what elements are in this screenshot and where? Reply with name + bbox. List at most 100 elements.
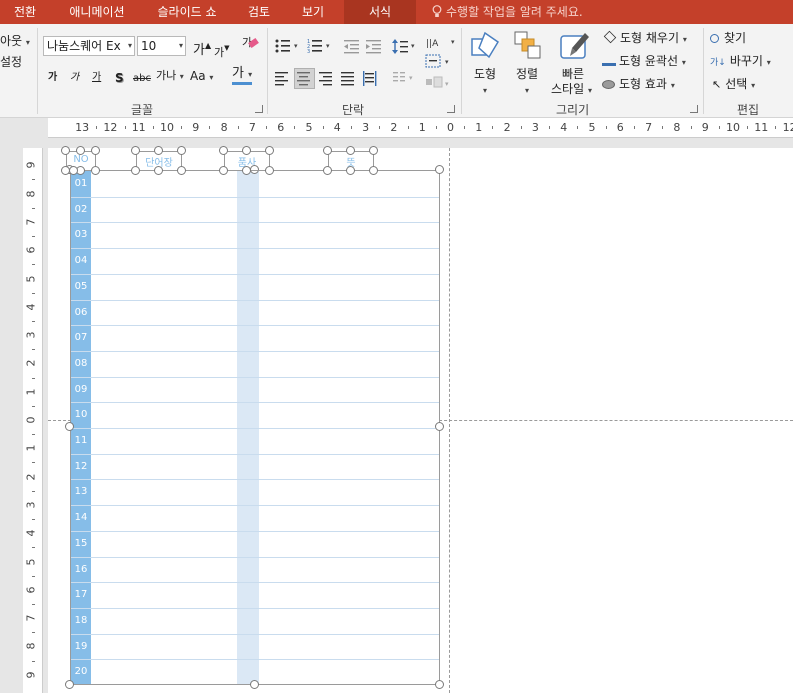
find-button[interactable]: 찾기 — [710, 31, 746, 45]
resize-handle[interactable] — [177, 146, 186, 155]
ruler-tick — [662, 126, 664, 129]
align-text-icon: ▾ — [425, 54, 449, 68]
resize-handle[interactable] — [65, 422, 74, 431]
ruler-tick — [379, 126, 381, 129]
bold-button[interactable]: 가 — [48, 71, 57, 85]
ruler-tick — [549, 126, 551, 129]
quick-styles-label-2[interactable]: 스타일 ▾ — [551, 82, 592, 98]
ruler-tick — [32, 462, 35, 464]
change-case-button[interactable]: Aa ▾ — [190, 69, 213, 85]
underline-button[interactable]: 가 — [92, 71, 101, 85]
resize-handle[interactable] — [323, 146, 332, 155]
svg-text:▾: ▾ — [445, 80, 449, 88]
horizontal-ruler[interactable]: 131211109876543210123456789101112 — [48, 118, 793, 138]
layout-button[interactable]: 아웃 ▾ — [0, 34, 30, 50]
group-separator — [703, 28, 704, 114]
strikethrough-button[interactable]: abc — [133, 72, 151, 86]
shape-effects-button[interactable]: 도형 효과 ▾ — [602, 77, 675, 93]
resize-handle[interactable] — [323, 166, 332, 175]
ruler-number: 7 — [24, 218, 38, 226]
ruler-number: 8 — [24, 642, 38, 650]
tab-format[interactable]: 서식 — [344, 0, 416, 24]
resize-handle[interactable] — [265, 166, 274, 175]
shape-outline-button[interactable]: 도형 윤곽선 ▾ — [602, 54, 686, 70]
resize-handle[interactable] — [265, 146, 274, 155]
quick-styles-label-1[interactable]: 빠른 — [562, 67, 584, 81]
columns-icon: ▾ — [393, 72, 413, 82]
ruler-tick — [32, 519, 35, 521]
tell-me-search[interactable]: 수행할 작업을 알려 주세요. — [432, 0, 583, 24]
font-size-combo[interactable]: 10 ▾ — [137, 36, 186, 56]
resize-handle[interactable] — [369, 166, 378, 175]
shape-effects-icon — [602, 80, 615, 89]
align-center-button[interactable] — [294, 68, 315, 89]
shadow-button[interactable]: S — [115, 71, 124, 85]
ruler-tick — [32, 349, 35, 351]
font-color-button[interactable]: 가 ▾ — [232, 67, 253, 85]
svg-text:||A: ||A — [426, 39, 439, 49]
resize-handle[interactable] — [131, 146, 140, 155]
ribbon-tab-bar: 전환 애니메이션 슬라이드 쇼 검토 보기 서식 수행할 작업을 알려 주세요. — [0, 0, 793, 24]
resize-handle[interactable] — [61, 146, 70, 155]
ruler-number: 13 — [75, 121, 90, 134]
resize-handle[interactable] — [219, 166, 228, 175]
ruler-tick — [718, 126, 720, 129]
tab-review[interactable]: 검토 — [236, 0, 282, 24]
ruler-tick — [32, 490, 35, 492]
resize-handle[interactable] — [219, 146, 228, 155]
resize-handle[interactable] — [435, 422, 444, 431]
ruler-number: 1 — [24, 388, 38, 396]
tab-transitions[interactable]: 전환 — [0, 0, 50, 24]
resize-handle[interactable] — [346, 146, 355, 155]
resize-handle[interactable] — [242, 166, 251, 175]
shrink-font-button[interactable]: 가▼ — [214, 41, 230, 60]
lightbulb-icon — [432, 5, 442, 17]
reset-button[interactable]: 설정 — [0, 55, 22, 69]
font-name-combo[interactable]: 나눔스퀘어 Ex ▾ — [43, 36, 135, 56]
ruler-number: 10 — [160, 121, 174, 134]
char-spacing-button[interactable]: 가나 ▾ — [156, 69, 184, 84]
resize-handle[interactable] — [435, 165, 444, 174]
resize-handle[interactable] — [177, 166, 186, 175]
resize-handle[interactable] — [346, 166, 355, 175]
shapes-button[interactable]: 도형 — [474, 67, 496, 81]
resize-handle[interactable] — [154, 166, 163, 175]
drawing-dialog-launcher[interactable] — [690, 105, 698, 113]
tab-view[interactable]: 보기 — [290, 0, 336, 24]
svg-text:▾: ▾ — [326, 42, 330, 50]
arrange-button[interactable]: 정렬 — [516, 67, 538, 81]
paragraph-dialog-launcher[interactable] — [447, 105, 455, 113]
ruler-tick — [435, 126, 437, 129]
ruler-number: 9 — [192, 121, 200, 134]
ruler-number: 8 — [24, 190, 38, 198]
tab-animations[interactable]: 애니메이션 — [54, 0, 140, 24]
replace-button[interactable]: 가↓ 바꾸기 ▾ — [710, 54, 771, 70]
resize-handle[interactable] — [91, 146, 100, 155]
ruler-tick — [633, 126, 635, 129]
resize-handle[interactable] — [242, 146, 251, 155]
vertical-ruler[interactable]: 9 8 7 6 5 4 3 2 1 0 1 2 3 4 5 6 7 8 9 — [23, 148, 43, 693]
grow-font-button[interactable]: 가▲ — [193, 39, 211, 58]
clear-format-button[interactable]: 가 — [242, 36, 260, 50]
ruler-tick — [32, 207, 35, 209]
ruler-number: 5 — [305, 121, 313, 134]
shape-fill-button[interactable]: 도형 채우기 ▾ — [603, 30, 687, 47]
resize-handle[interactable] — [65, 680, 74, 689]
resize-handle[interactable] — [91, 166, 100, 175]
rotation-handle[interactable] — [69, 166, 78, 175]
ruler-number: 1 — [418, 121, 426, 134]
ruler-tick — [492, 126, 494, 129]
resize-handle[interactable] — [76, 146, 85, 155]
font-dialog-launcher[interactable] — [255, 105, 263, 113]
resize-handle[interactable] — [369, 146, 378, 155]
select-button[interactable]: ↖ 선택 ▾ — [712, 77, 755, 93]
resize-handle[interactable] — [250, 680, 259, 689]
ruler-number: 6 — [277, 121, 285, 134]
resize-handle[interactable] — [154, 146, 163, 155]
ruler-tick — [96, 126, 98, 129]
ruler-number: 3 — [531, 121, 539, 134]
italic-button[interactable]: 가 — [70, 71, 79, 85]
resize-handle[interactable] — [131, 166, 140, 175]
resize-handle[interactable] — [435, 680, 444, 689]
tab-slideshow[interactable]: 슬라이드 쇼 — [142, 0, 232, 24]
